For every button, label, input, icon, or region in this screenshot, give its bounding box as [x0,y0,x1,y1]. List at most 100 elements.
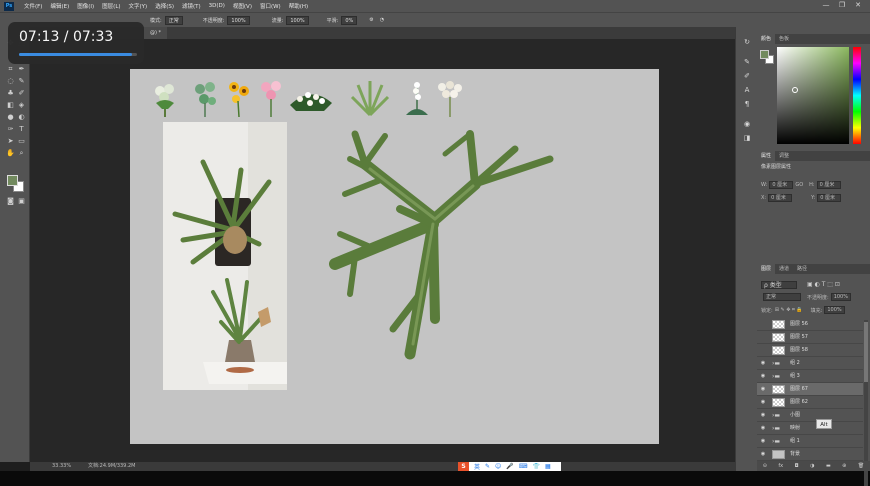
menu-layer[interactable]: 图层(L) [102,2,120,10]
fx-icon[interactable]: fx [778,463,783,469]
tab-paths[interactable]: 路径 [793,264,811,274]
color-picker-cursor[interactable] [792,87,798,93]
menu-filter[interactable]: 滤镜(T) [182,2,201,10]
menu-window[interactable]: 窗口(W) [260,2,281,10]
flow-input[interactable]: 100% [286,15,309,25]
layer-row[interactable]: 图层 58 [757,344,863,357]
layer-row[interactable]: 图层 57 [757,331,863,344]
video-progress-track[interactable] [19,53,137,56]
menu-select[interactable]: 选择(S) [155,2,174,10]
type-tool-icon[interactable]: T [17,125,26,134]
brush-presets-icon[interactable]: ✐ [742,71,752,81]
tab-channels[interactable]: 通道 [775,264,793,274]
new-group-icon[interactable]: ▬ [826,463,831,469]
history-brush-icon[interactable]: ✐ [17,89,26,98]
screen-mode-icon[interactable]: ▣ [17,197,26,206]
eye-icon[interactable]: ◉ [759,370,767,383]
layer-row[interactable]: ◉ ›▬ 组 3 [757,370,863,383]
stamp-tool-icon[interactable]: ♣ [6,89,15,98]
tab-properties[interactable]: 属性 [757,151,776,161]
bucket-tool-icon[interactable]: ◈ [17,101,26,110]
history-icon[interactable]: ↻ [742,37,752,47]
brush-tool-icon[interactable]: ✎ [17,77,26,86]
fill-input[interactable]: 100% [824,306,845,314]
ime-mic-icon[interactable]: 🎤 [506,463,513,470]
sogou-logo-icon[interactable]: S [458,462,469,471]
ime-pen-icon[interactable]: ✎ [485,463,490,470]
menu-type[interactable]: 文字(Y) [129,2,148,10]
hue-slider[interactable] [853,47,861,144]
layer-row[interactable]: ◉ 背景 [757,448,863,461]
eye-icon[interactable]: ◉ [759,448,767,461]
path-select-icon[interactable]: ➤ [6,137,15,146]
crop-tool-icon[interactable]: ⌗ [6,65,15,74]
tab-layers[interactable]: 图层 [757,264,776,274]
settings-gear-icon[interactable]: ⚙ [369,17,373,23]
layer-row[interactable]: ◉ ›▬ 组 2 [757,357,863,370]
layer-filter-select[interactable]: ρ 类型 [761,280,797,289]
layer-row[interactable]: ◉ 图层 67 [757,383,863,396]
document-tab[interactable]: @) * [144,27,168,39]
eyedropper-tool-icon[interactable]: ✒ [17,65,26,74]
tab-swatches[interactable]: 色板 [775,34,793,44]
ime-emoji-icon[interactable]: ☺ [495,463,501,470]
foreground-color-swatch[interactable] [7,175,18,186]
ime-english-icon[interactable]: 英 [474,462,480,471]
menu-image[interactable]: 图像(I) [77,2,94,10]
adjustment-layer-icon[interactable]: ◑ [810,463,814,469]
folder-icon[interactable]: ›▬ [772,357,780,370]
restore-button[interactable]: ❐ [834,1,850,9]
zoom-level[interactable]: 33.33% [52,462,71,471]
eye-icon[interactable]: ◉ [759,383,767,396]
pressure-icon[interactable]: ◔ [380,17,384,23]
x-input[interactable]: 0 厘米 [768,194,793,202]
layer-row[interactable]: ◉ 图层 62 [757,396,863,409]
layers-scroll-thumb[interactable] [864,322,868,382]
folder-icon[interactable]: ›▬ [772,435,780,448]
w-input[interactable]: 0 厘米 [769,181,794,189]
menu-help[interactable]: 帮助(H) [289,2,308,10]
link-layers-icon[interactable]: ⊝ [763,463,767,469]
layer-row[interactable]: ◉ ›▬ 组 1 [757,435,863,448]
menu-edit[interactable]: 编辑(E) [50,2,69,10]
tab-adjustments[interactable]: 调整 [775,151,793,161]
folder-icon[interactable]: ›▬ [772,409,780,422]
eye-icon[interactable]: ◉ [759,357,767,370]
y-input[interactable]: 0 厘米 [817,194,842,202]
ime-skin-icon[interactable]: 👕 [532,463,539,470]
eye-icon[interactable]: ◉ [759,422,767,435]
smooth-input[interactable]: 0% [341,15,358,25]
character-icon[interactable]: A [742,85,752,95]
eye-icon[interactable]: ◉ [759,435,767,448]
document-canvas[interactable] [130,69,659,444]
add-mask-icon[interactable]: ◘ [795,463,799,469]
dodge-tool-icon[interactable]: ◐ [17,113,26,122]
filter-icons[interactable]: ▣ ◐ T ⬚ ⊡ [807,281,840,288]
paragraph-icon[interactable]: ¶ [742,99,752,109]
new-layer-icon[interactable]: ⊕ [842,463,846,469]
layer-row[interactable]: ◉ ›▬ 小图 [757,409,863,422]
color-field[interactable] [777,47,849,144]
trash-icon[interactable]: 🗑 [858,463,864,469]
shape-tool-icon[interactable]: ▭ [17,137,26,146]
minimize-button[interactable]: — [818,1,834,9]
ime-keyboard-icon[interactable]: ⌨ [519,463,528,470]
h-input[interactable]: 0 厘米 [816,181,841,189]
close-button[interactable]: ✕ [850,1,866,9]
layer-row[interactable]: ◉ ›▬ 映射 [757,422,863,435]
folder-icon[interactable]: ›▬ [772,422,780,435]
lock-icons[interactable]: ⊞ ✎ ✥ ⌗ 🔒 [775,307,803,313]
link-icon[interactable]: GO [795,182,803,188]
quick-mask-icon[interactable]: ◙ [6,197,15,206]
blur-tool-icon[interactable]: ● [6,113,15,122]
lasso-tool-icon[interactable]: ◌ [6,77,15,86]
eye-icon[interactable]: ◉ [759,396,767,409]
menu-3d[interactable]: 3D(D) [209,3,225,9]
blend-mode-select[interactable]: 正常 [763,293,801,301]
eye-icon[interactable]: ◉ [759,409,767,422]
tab-color[interactable]: 颜色 [757,34,776,44]
mode-select[interactable]: 正常 [164,15,183,25]
opacity-input[interactable]: 100% [227,15,250,25]
panel-foreground-swatch[interactable] [760,50,769,59]
zoom-tool-icon[interactable]: ⌕ [17,149,26,158]
